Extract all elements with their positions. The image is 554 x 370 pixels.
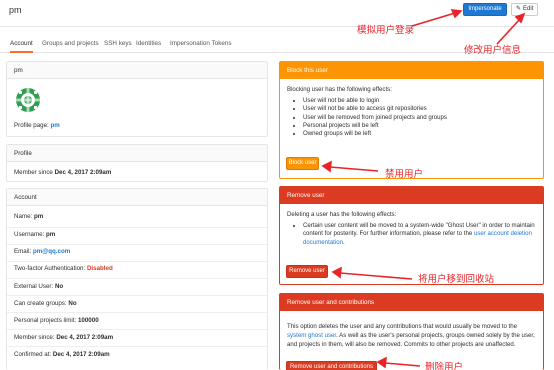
profile-card: Profile Member since Dec 4, 2017 2:09am [6, 144, 268, 182]
divider [7, 244, 267, 245]
email-row: Email: pm@qq.com [14, 248, 70, 255]
username-row: Username: pm [14, 231, 55, 238]
confirmed-at-value: Dec 4, 2017 2:09am [52, 351, 110, 358]
member-since-row: Member since: Dec 4, 2017 2:09am [14, 334, 113, 341]
remove-contributions-panel: Remove user and contributions This optio… [279, 293, 544, 370]
avatar [14, 86, 42, 114]
projects-limit-label: Personal projects limit: [14, 317, 77, 324]
name-label: Name: [14, 213, 33, 220]
username-value: pm [46, 231, 56, 238]
block-user-title: Block this user [280, 62, 543, 79]
can-create-groups-value: No [68, 300, 77, 307]
external-user-value: No [54, 283, 64, 290]
remove-effects-list: Certain user content will be moved to a … [287, 222, 536, 247]
remove-contrib-text: This option deletes the user and any con… [287, 323, 518, 330]
annotation-edit: 修改用户信息 [464, 45, 522, 56]
tab-identities[interactable]: Identities [136, 40, 161, 47]
can-create-groups-label: Can create groups: [14, 300, 67, 307]
block-effects-list: User will not be able to login User will… [287, 97, 536, 138]
divider [7, 278, 267, 279]
tab-account[interactable]: Account [10, 40, 33, 53]
edit-button[interactable]: ✎ Edit [511, 3, 538, 16]
remove-effect-end: . [342, 238, 345, 246]
divider [7, 261, 267, 262]
remove-user-body: Deleting a user has the following effect… [280, 204, 543, 253]
page-header: pm Impersonate ✎ Edit [0, 0, 554, 27]
confirmed-at-label: Confirmed at: [14, 351, 52, 358]
external-user-row: External User: No [14, 283, 63, 290]
ghost-user-link[interactable]: system ghost user [287, 332, 336, 339]
profile-page-label: Profile page: [14, 122, 49, 129]
divider [7, 329, 267, 330]
block-user-body: Blocking user has the following effects:… [280, 79, 543, 144]
list-item: User will not be able to access git repo… [303, 105, 536, 113]
member-since-value: Dec 4, 2017 2:09am [56, 334, 114, 341]
divider [7, 346, 267, 347]
impersonate-button[interactable]: Impersonate [463, 3, 507, 16]
name-value: pm [33, 213, 44, 220]
tab-groups-and-projects[interactable]: Groups and projects [42, 40, 99, 47]
remove-contributions-body: This option deletes the user and any con… [280, 319, 543, 355]
profile-page-row: Profile page: pm [14, 122, 60, 129]
list-item: Personal projects will be left [303, 122, 536, 130]
projects-limit-row: Personal projects limit: 100000 [14, 317, 99, 324]
tab-impersonation-tokens[interactable]: Impersonation Tokens [170, 40, 232, 47]
confirmed-at-row: Confirmed at: Dec 4, 2017 2:09am [14, 351, 110, 358]
remove-user-and-contributions-button[interactable]: Remove user and contributions [286, 361, 377, 370]
member-since-value: Dec 4, 2017 2:09am [54, 169, 112, 176]
divider [7, 295, 267, 296]
page-title: pm [9, 5, 22, 15]
email-link[interactable]: pm@qq.com [33, 248, 70, 255]
list-item: User will not be able to login [303, 97, 536, 105]
two-factor-label: Two-factor Authentication: [14, 265, 86, 272]
member-since-row: Member since Dec 4, 2017 2:09am [14, 169, 111, 176]
annotation-remove: 将用户移到回收站 [418, 274, 495, 285]
list-item: User will be removed from joined project… [303, 114, 536, 122]
divider [7, 227, 267, 228]
profile-card-title: Profile [7, 145, 267, 162]
annotation-remove-contributions: 删除用户 [425, 362, 464, 370]
divider [7, 312, 267, 313]
external-user-label: External User: [14, 283, 54, 290]
name-row: Name: pm [14, 213, 43, 220]
block-user-button[interactable]: Block user [286, 157, 319, 170]
block-user-intro: Blocking user has the following effects: [287, 86, 392, 93]
remove-user-panel: Remove user Deleting a user has the foll… [279, 186, 544, 285]
edit-button-label: Edit [523, 6, 534, 12]
remove-user-button[interactable]: Remove user [286, 265, 328, 278]
member-since-label: Member since: [14, 334, 55, 341]
list-item: Owned groups will be left [303, 130, 536, 138]
block-user-panel: Block this user Blocking user has the fo… [279, 61, 544, 179]
username-label: Username: [14, 231, 45, 238]
profile-page-link[interactable]: pm [50, 122, 59, 129]
annotation-block: 禁用用户 [385, 169, 424, 180]
remove-contributions-title: Remove user and contributions [280, 294, 543, 311]
tab-ssh-keys[interactable]: SSH keys [104, 40, 132, 47]
member-since-label: Member since [14, 169, 53, 176]
two-factor-row: Two-factor Authentication: Disabled [14, 265, 113, 272]
annotation-impersonate: 模拟用户登录 [357, 25, 415, 36]
list-item: Certain user content will be moved to a … [303, 222, 536, 247]
remove-user-title: Remove user [280, 187, 543, 204]
user-card: pm Profile page: pm [6, 61, 268, 137]
user-card-title: pm [7, 62, 267, 79]
projects-limit-value: 100000 [77, 317, 99, 324]
account-card: Account Name: pm Username: pm Email: pm@… [6, 188, 268, 370]
remove-user-intro: Deleting a user has the following effect… [287, 211, 397, 218]
account-card-title: Account [7, 189, 267, 206]
email-label: Email: [14, 248, 32, 255]
pencil-icon: ✎ [516, 6, 522, 12]
can-create-groups-row: Can create groups: No [14, 300, 77, 307]
two-factor-status: Disabled [86, 265, 113, 272]
